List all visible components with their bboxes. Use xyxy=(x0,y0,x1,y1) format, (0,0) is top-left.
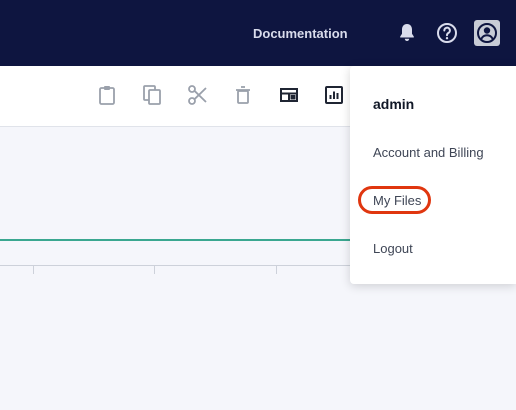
user-avatar-icon[interactable] xyxy=(474,20,500,46)
documentation-link[interactable]: Documentation xyxy=(253,25,348,43)
menu-item-account-billing[interactable]: Account and Billing xyxy=(373,145,484,160)
top-navigation-bar: Documentation xyxy=(0,0,516,66)
ruler-tick xyxy=(33,266,34,274)
canvas-accent-line xyxy=(0,239,360,241)
layout-icon[interactable] xyxy=(277,83,301,107)
menu-username: admin xyxy=(373,96,415,112)
notifications-icon[interactable] xyxy=(395,21,419,45)
copy-icon[interactable] xyxy=(140,83,164,107)
cut-icon[interactable] xyxy=(186,83,210,107)
highlight-ring xyxy=(358,186,431,214)
paste-icon[interactable] xyxy=(95,83,119,107)
delete-icon[interactable] xyxy=(231,83,255,107)
ruler-tick xyxy=(154,266,155,274)
chart-icon[interactable] xyxy=(322,83,346,107)
user-dropdown-menu: admin Account and Billing My Files Logou… xyxy=(350,66,516,284)
ruler-tick xyxy=(276,266,277,274)
canvas-ruler xyxy=(0,265,360,266)
menu-item-logout[interactable]: Logout xyxy=(373,241,413,256)
help-icon[interactable] xyxy=(435,21,459,45)
